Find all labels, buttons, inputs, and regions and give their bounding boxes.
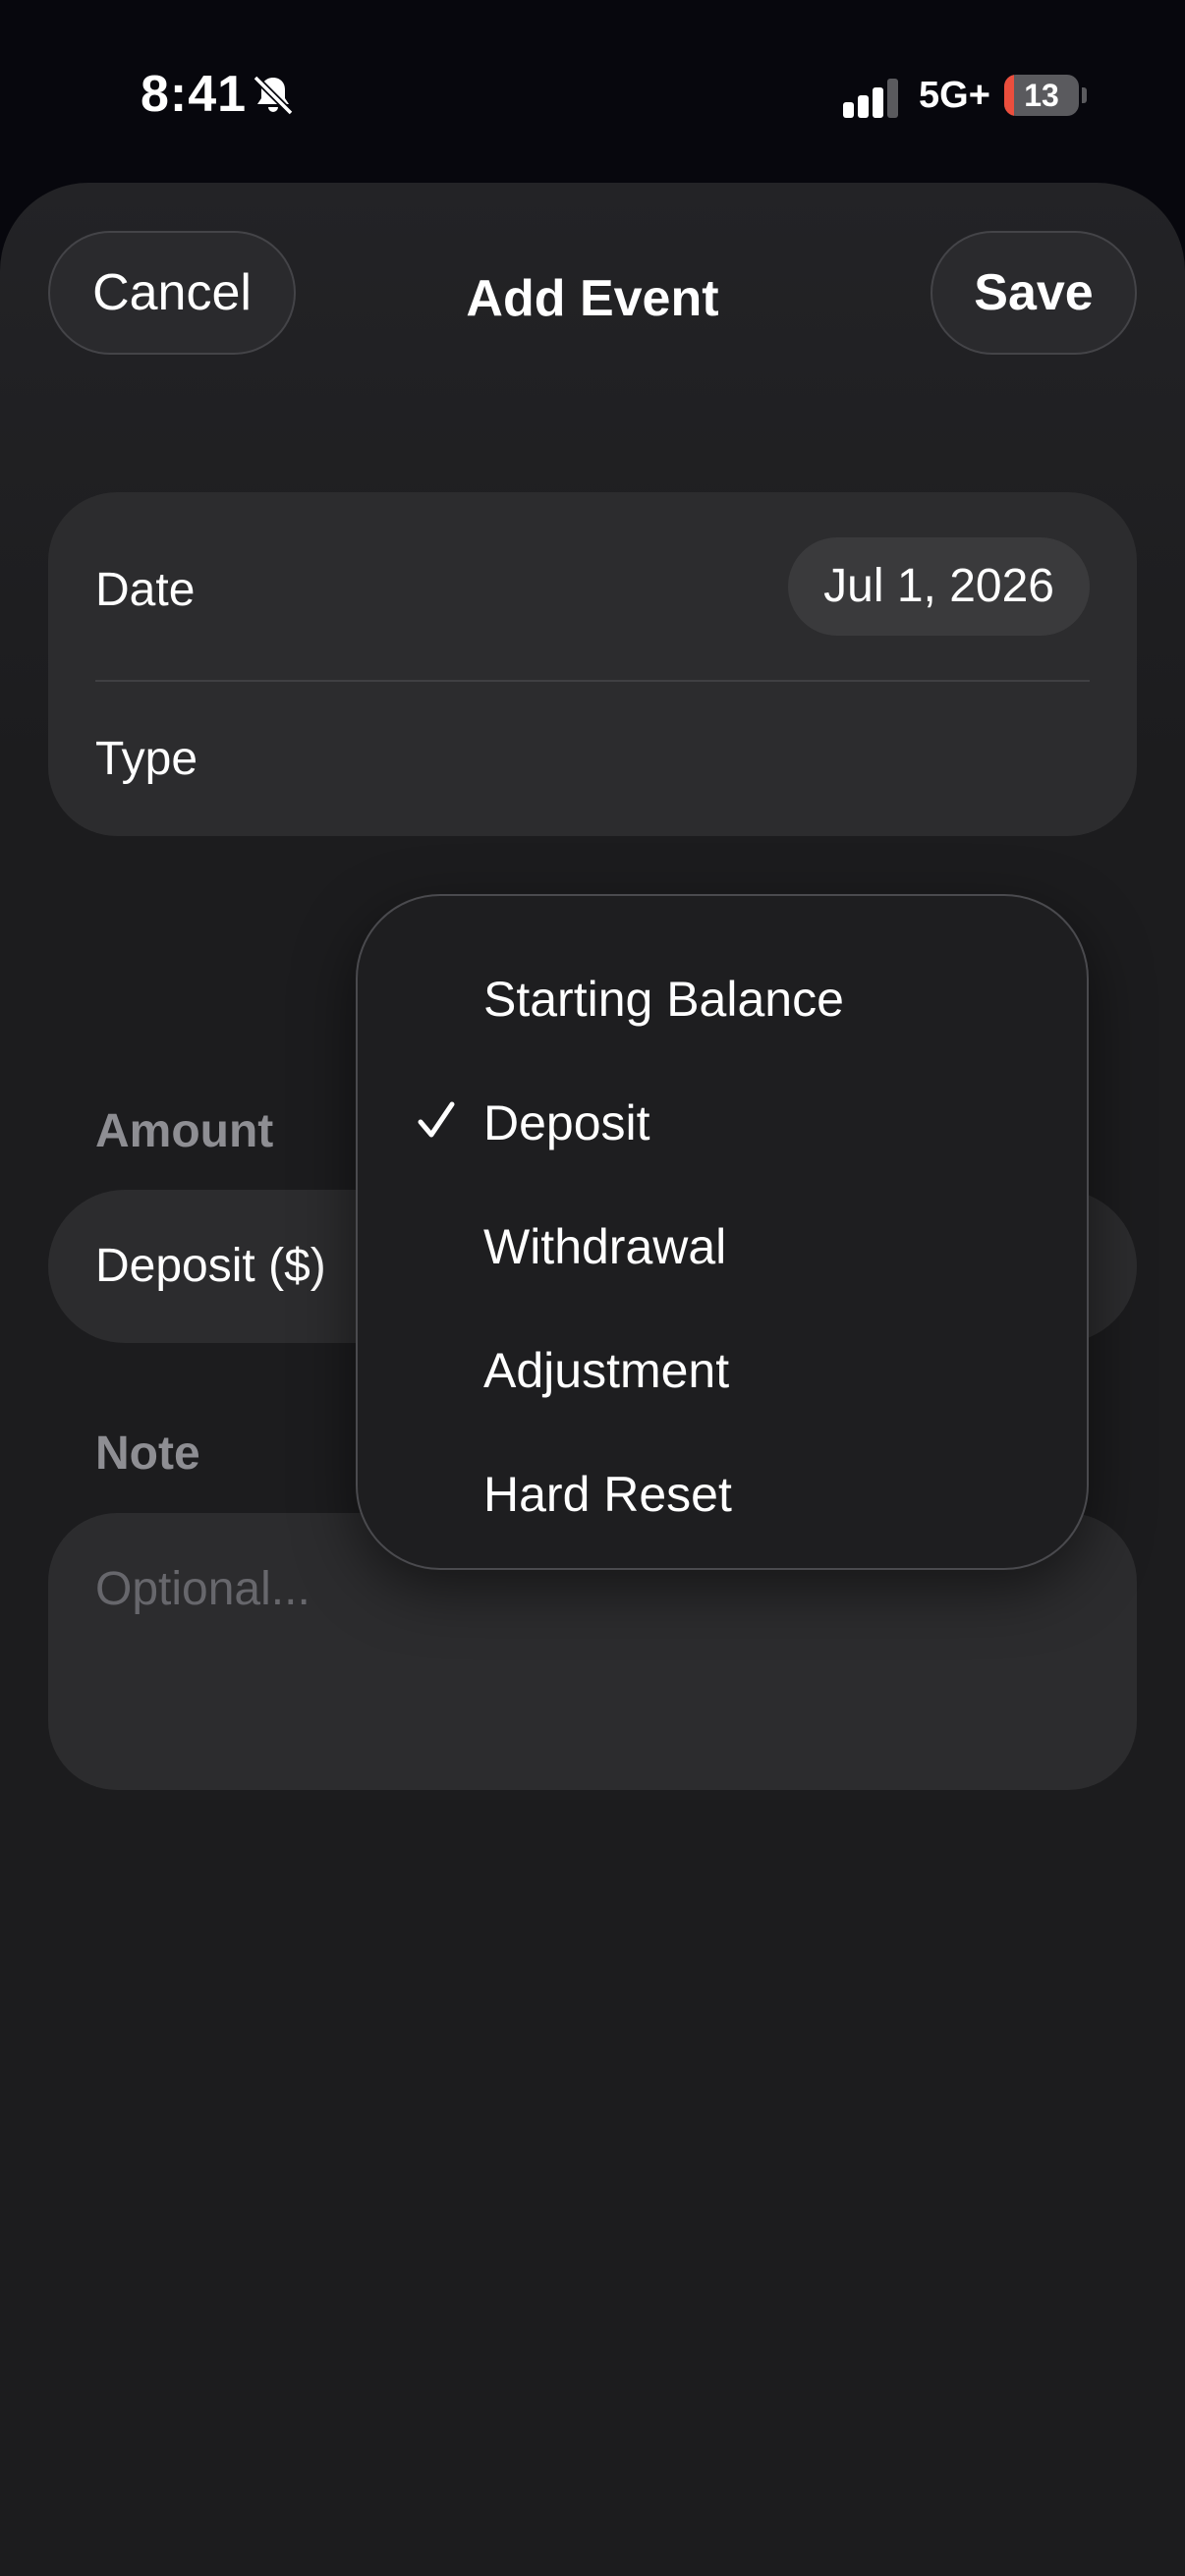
- date-type-card: Date Jul 1, 2026 Type: [48, 492, 1137, 836]
- menu-item-deposit[interactable]: Deposit: [358, 1059, 1087, 1183]
- page-title: Add Event: [466, 270, 719, 327]
- amount-section-header: Amount: [95, 1105, 274, 1157]
- add-event-sheet: Cancel Add Event Save Date Jul 1, 2026 T…: [0, 183, 1185, 2576]
- save-button[interactable]: Save: [931, 231, 1137, 355]
- menu-item-withdrawal[interactable]: Withdrawal: [358, 1183, 1087, 1307]
- amount-label: Deposit ($): [95, 1240, 326, 1292]
- cellular-signal-icon: [843, 79, 898, 118]
- bell-slash-icon: [253, 75, 294, 116]
- status-bar: 8:41 5G+ 13: [0, 0, 1185, 187]
- status-time: 8:41: [141, 66, 248, 123]
- cancel-button[interactable]: Cancel: [48, 231, 296, 355]
- date-label: Date: [95, 564, 196, 616]
- note-section-header: Note: [95, 1428, 200, 1480]
- note-placeholder: Optional...: [95, 1563, 310, 1615]
- menu-item-adjustment[interactable]: Adjustment: [358, 1307, 1087, 1430]
- date-picker-button[interactable]: Jul 1, 2026: [788, 537, 1090, 636]
- battery-icon: 13: [1004, 75, 1087, 116]
- type-label: Type: [95, 733, 198, 785]
- type-menu: Starting Balance Deposit Withdrawal Adju…: [356, 894, 1089, 1570]
- divider: [95, 680, 1090, 682]
- menu-item-hard-reset[interactable]: Hard Reset: [358, 1430, 1087, 1554]
- checkmark-icon: [418, 1101, 455, 1138]
- menu-item-starting-balance[interactable]: Starting Balance: [358, 935, 1087, 1059]
- network-type: 5G+: [919, 75, 990, 116]
- battery-level: 13: [1024, 78, 1059, 113]
